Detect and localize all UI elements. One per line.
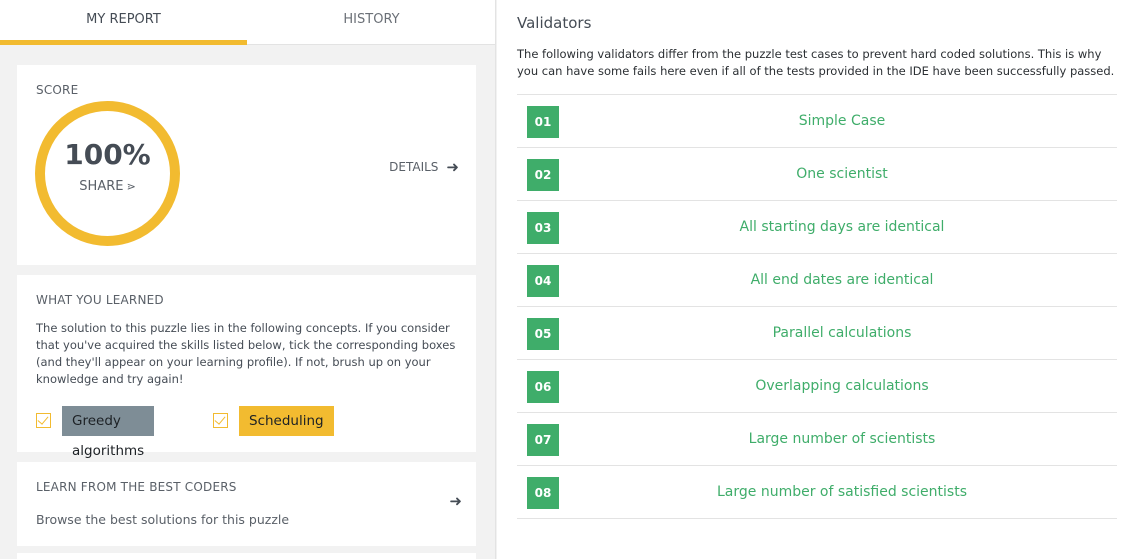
validator-name: Large number of scientists — [748, 431, 936, 447]
validator-name: Overlapping calculations — [755, 378, 929, 394]
skill-checkbox[interactable] — [36, 413, 51, 428]
report-page: MY REPORT HISTORY SCORE 100% SHARE ⋗ DETA… — [0, 0, 1123, 559]
details-button[interactable]: DETAILS ➜ — [389, 158, 459, 176]
validator-row[interactable]: 01 Simple Case — [517, 95, 1117, 148]
validator-number-badge: 03 — [527, 212, 559, 244]
share-button[interactable]: SHARE ⋗ — [45, 179, 170, 194]
learned-label: WHAT YOU LEARNED — [36, 293, 164, 307]
score-percent: 100% — [64, 138, 151, 171]
validator-name: Simple Case — [798, 113, 886, 129]
validator-row[interactable]: 04 All end dates are identical — [517, 254, 1117, 307]
validator-name: Large number of satisfied scientists — [716, 484, 967, 500]
share-icon: ⋗ — [126, 180, 136, 193]
tab-my-report[interactable]: MY REPORT — [0, 0, 247, 45]
validator-number-badge: 02 — [527, 159, 559, 191]
validators-list: 01 Simple Case 02 One scientist 03 All s… — [517, 94, 1117, 519]
validators-title: Validators — [517, 14, 592, 32]
skill-checkbox[interactable] — [213, 413, 228, 428]
best-coders-subtitle: Browse the best solutions for this puzzl… — [36, 512, 290, 527]
validator-row[interactable]: 05 Parallel calculations — [517, 307, 1117, 360]
validator-number-badge: 08 — [527, 477, 559, 509]
validator-row[interactable]: 07 Large number of scientists — [517, 413, 1117, 466]
validator-row[interactable]: 08 Large number of satisfied scientists — [517, 466, 1117, 519]
validator-name: All end dates are identical — [750, 272, 934, 288]
score-card: SCORE 100% SHARE ⋗ DETAILS ➜ — [17, 65, 476, 265]
validator-number-badge: 04 — [527, 265, 559, 297]
best-coders-card[interactable]: LEARN FROM THE BEST CODERS Browse the be… — [17, 462, 476, 546]
validator-name: Parallel calculations — [772, 325, 912, 341]
tab-bar: MY REPORT HISTORY — [0, 0, 495, 45]
score-ring: 100% SHARE ⋗ — [35, 101, 180, 246]
tab-history[interactable]: HISTORY — [248, 0, 495, 45]
validators-description: The following validators differ from the… — [517, 47, 1115, 78]
validator-number-badge: 06 — [527, 371, 559, 403]
best-coders-label: LEARN FROM THE BEST CODERS — [36, 480, 237, 494]
score-label: SCORE — [36, 83, 79, 97]
what-you-learned-card: WHAT YOU LEARNED The solution to this pu… — [17, 275, 476, 459]
next-card — [17, 553, 476, 559]
share-label: SHARE — [79, 179, 124, 194]
validator-name: One scientist — [796, 166, 888, 182]
validator-number-badge: 05 — [527, 318, 559, 350]
validators-panel: Validators The following validators diff… — [497, 0, 1123, 559]
arrow-right-icon: ➜ — [446, 158, 459, 176]
report-panel: MY REPORT HISTORY SCORE 100% SHARE ⋗ DETA… — [0, 0, 496, 559]
details-label: DETAILS — [389, 160, 439, 174]
arrow-right-icon[interactable]: ➜ — [449, 492, 462, 510]
validator-number-badge: 07 — [527, 424, 559, 456]
validator-number-badge: 01 — [527, 106, 559, 138]
skill-chip[interactable]: Greedy algorithms — [62, 406, 155, 459]
validator-row[interactable]: 02 One scientist — [517, 148, 1117, 201]
active-tab-indicator — [0, 40, 247, 45]
validator-row[interactable]: 06 Overlapping calculations — [517, 360, 1117, 413]
validator-row[interactable]: 03 All starting days are identical — [517, 201, 1117, 254]
skill-chip[interactable]: Scheduling — [239, 406, 334, 436]
learned-description: The solution to this puzzle lies in the … — [36, 321, 456, 386]
validator-name: All starting days are identical — [739, 219, 945, 235]
